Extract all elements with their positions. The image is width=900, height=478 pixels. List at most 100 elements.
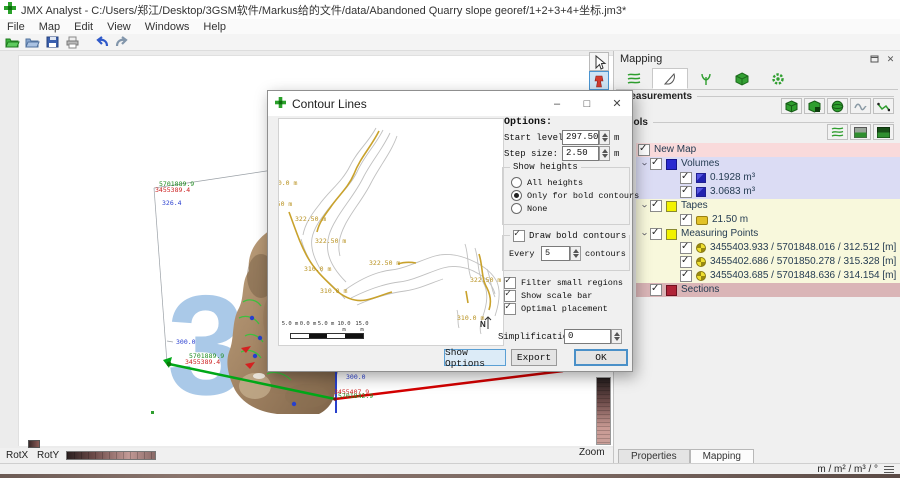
bold-contours-group: Draw bold contours Every 5 contours — [502, 235, 630, 271]
draw-bold-contours-label: Draw bold contours — [529, 231, 626, 241]
contour-lines-button[interactable] — [827, 124, 848, 140]
volume-cube-button[interactable] — [781, 98, 802, 114]
tree-item-checkbox[interactable] — [680, 256, 692, 268]
tree-item[interactable]: ›Measuring Points — [636, 227, 900, 241]
tree-item-checkbox[interactable] — [680, 186, 692, 198]
optimal-placement-row[interactable]: Optimal placement — [504, 303, 608, 315]
rot-slider-thumb[interactable] — [28, 440, 40, 448]
slope-lines-icon — [627, 72, 641, 85]
close-icon[interactable]: ✕ — [884, 54, 897, 65]
rot-slider[interactable] — [66, 451, 156, 460]
tab-plant[interactable] — [688, 68, 724, 89]
tree-item[interactable]: ›Tapes — [636, 199, 900, 213]
units-menu-icon[interactable] — [884, 466, 894, 473]
minimize-button[interactable]: – — [542, 91, 572, 116]
contour-height-label: 322.50 m — [295, 215, 326, 223]
export-button[interactable]: Export — [511, 349, 557, 366]
tree-item[interactable]: Sections — [636, 283, 900, 297]
menu-windows[interactable]: Windows — [138, 21, 197, 33]
tab-polygon[interactable] — [652, 68, 688, 89]
tab-gear[interactable] — [760, 68, 796, 89]
step-size-input[interactable]: 2.50 — [562, 146, 599, 161]
tree-item[interactable]: 3455403.685 / 5701848.636 / 314.154 [m] — [636, 269, 900, 283]
save-icon[interactable] — [44, 35, 61, 50]
volume-sphere-icon — [831, 100, 844, 113]
every-spinner[interactable] — [570, 246, 581, 261]
tab-mapping[interactable]: Mapping — [690, 449, 754, 463]
tree-item[interactable]: 0.1928 m³ — [636, 171, 900, 185]
redo-icon[interactable] — [113, 35, 130, 50]
tree-item[interactable]: 3.0683 m³ — [636, 185, 900, 199]
show-scale-bar-row[interactable]: Show scale bar — [504, 290, 592, 302]
tree-item-label: Sections — [681, 283, 719, 297]
menu-file[interactable]: File — [0, 21, 32, 33]
simplification-input[interactable]: 0 — [564, 329, 611, 344]
menu-help[interactable]: Help — [196, 21, 233, 33]
area-dark-button[interactable] — [873, 124, 894, 140]
tree-item-checkbox[interactable] — [680, 270, 692, 282]
tree-item-checkbox[interactable] — [650, 200, 662, 212]
profile-gray-button[interactable] — [850, 98, 871, 114]
float-window-icon[interactable] — [868, 54, 881, 65]
radio-none[interactable]: None — [511, 203, 547, 214]
cursor-tool-button[interactable] — [589, 52, 609, 71]
open-folder-green-icon[interactable] — [4, 35, 21, 50]
bold-contours-legend: Draw bold contours — [510, 230, 629, 242]
tree-item-checkbox[interactable] — [680, 172, 692, 184]
zoom-slider[interactable] — [596, 377, 611, 445]
step-size-unit: m — [614, 149, 619, 159]
expander-icon[interactable]: › — [637, 228, 651, 240]
radio-icon[interactable] — [511, 177, 522, 188]
radio-all-heights[interactable]: All heights — [511, 177, 583, 188]
optimal-placement-checkbox[interactable] — [504, 303, 516, 315]
draw-bold-contours-checkbox[interactable] — [513, 230, 525, 242]
tree-item[interactable]: 3455403.933 / 5701848.016 / 312.512 [m] — [636, 241, 900, 255]
zoom-label: Zoom — [579, 447, 605, 458]
radio-icon-selected[interactable] — [511, 190, 522, 201]
show-options-button[interactable]: Show Options — [444, 349, 506, 366]
maximize-button[interactable]: □ — [572, 91, 602, 116]
section-icon — [666, 285, 677, 296]
tree-item-checkbox[interactable] — [650, 228, 662, 240]
dialog-title-bar[interactable]: Contour Lines – □ ✕ — [268, 91, 632, 116]
tree-item-checkbox[interactable] — [650, 158, 662, 170]
expander-icon[interactable]: › — [637, 158, 651, 170]
area-split-button[interactable] — [850, 124, 871, 140]
tree-item-checkbox[interactable] — [638, 144, 650, 156]
filter-small-regions-row[interactable]: Filter small regions — [504, 277, 623, 289]
radio-only-bold[interactable]: Only for bold contours — [511, 190, 639, 201]
tree-item-checkbox[interactable] — [680, 242, 692, 254]
volume-icon — [666, 159, 677, 170]
open-folder-blue-icon[interactable] — [24, 35, 41, 50]
map-axis-label: 326.4 — [162, 199, 182, 207]
radio-icon[interactable] — [511, 203, 522, 214]
polyline-button[interactable] — [873, 98, 894, 114]
tree-item[interactable]: New Map — [636, 143, 900, 157]
tab-slope-lines[interactable] — [616, 68, 652, 89]
expander-icon[interactable]: › — [637, 200, 651, 212]
menu-edit[interactable]: Edit — [67, 21, 100, 33]
volume-cut-button[interactable] — [804, 98, 825, 114]
undo-icon[interactable] — [93, 35, 110, 50]
tab-cube[interactable] — [724, 68, 760, 89]
tab-properties[interactable]: Properties — [618, 449, 690, 463]
title-bar: JMX Analyst - C:/Users/郑江/Desktop/3GSM软件… — [0, 0, 900, 19]
menu-map[interactable]: Map — [32, 21, 67, 33]
step-size-spinner[interactable] — [599, 146, 610, 161]
print-icon[interactable] — [64, 35, 81, 50]
tree-item-checkbox[interactable] — [650, 284, 662, 296]
tree-item[interactable]: ›Volumes — [636, 157, 900, 171]
ok-button[interactable]: OK — [574, 349, 628, 366]
every-input[interactable]: 5 — [541, 246, 570, 261]
tree-item[interactable]: 3455402.686 / 5701850.278 / 315.328 [m] — [636, 255, 900, 269]
marker-tool-button[interactable] — [589, 71, 609, 90]
menu-view[interactable]: View — [100, 21, 138, 33]
status-bar: m / m² / m³ / ° — [0, 463, 900, 474]
tree-item[interactable]: 21.50 m — [636, 213, 900, 227]
start-level-input[interactable]: 297.50 — [562, 130, 599, 145]
volume-sphere-button[interactable] — [827, 98, 848, 114]
close-button[interactable]: ✕ — [602, 91, 632, 116]
simplification-spinner[interactable] — [611, 329, 622, 344]
tree-item-checkbox[interactable] — [680, 214, 692, 226]
start-level-spinner[interactable] — [599, 130, 610, 145]
